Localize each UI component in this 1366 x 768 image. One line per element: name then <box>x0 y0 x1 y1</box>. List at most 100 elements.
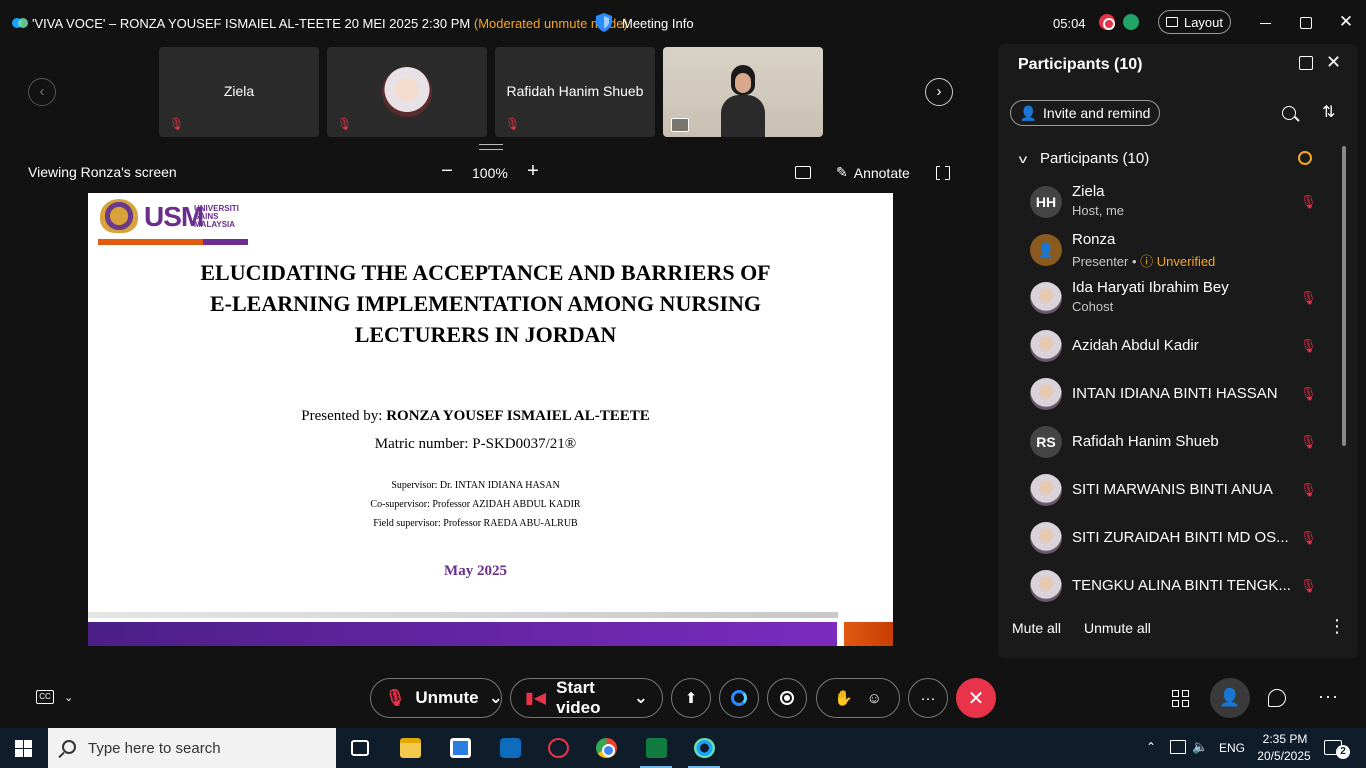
raise-hand-icon: ✋ <box>833 690 853 707</box>
video-tile[interactable]: Rafidah Hanim Shueb 🎙 <box>495 47 655 137</box>
slide-date: May 2025 <box>444 563 507 579</box>
muted-mic-icon[interactable]: 🎙 <box>1300 434 1317 450</box>
previous-videos-button[interactable]: ‹ <box>28 78 56 106</box>
task-view-icon[interactable] <box>336 728 384 768</box>
tile-name: Ziela <box>223 83 255 99</box>
muted-mic-icon[interactable]: 🎙 <box>1300 194 1317 210</box>
more-options-button[interactable]: ··· <box>908 678 948 718</box>
windows-start-icon[interactable] <box>15 740 32 757</box>
participant-row[interactable]: Azidah Abdul Kadir 🎙 <box>998 322 1338 370</box>
chat-icon[interactable] <box>1268 689 1286 707</box>
muted-mic-icon[interactable]: 🎙 <box>1300 482 1317 498</box>
participant-row[interactable]: Ida Haryati Ibrahim Bey Cohost 🎙 <box>998 274 1338 322</box>
unmute-all-button[interactable]: Unmute all <box>1084 620 1151 636</box>
leave-meeting-button[interactable]: ✕ <box>956 678 996 718</box>
webex-icon[interactable] <box>680 728 728 768</box>
participant-row[interactable]: SITI ZURAIDAH BINTI MD OS... 🎙 <box>998 514 1338 562</box>
zoom-out-button[interactable]: − <box>437 161 457 182</box>
excel-icon[interactable] <box>632 728 680 768</box>
participant-row[interactable]: RS Rafidah Hanim Shueb 🎙 <box>998 418 1338 466</box>
muted-mic-icon[interactable]: 🎙 <box>1300 578 1317 594</box>
unmute-button[interactable]: 🎙 Unmute ⌄ <box>370 678 503 718</box>
chevron-up-icon[interactable]: ⌃ <box>1146 740 1156 754</box>
more-icon[interactable]: ··· <box>1318 686 1339 707</box>
video-tile[interactable]: Ziela 🎙 <box>159 47 319 137</box>
mute-all-button[interactable]: Mute all <box>1012 620 1061 636</box>
shared-slide: USM UNIVERSITI SAINS MALAYSIA ELUCIDATING … <box>88 193 893 646</box>
closed-captions-button[interactable]: CC ⌄ <box>36 690 73 704</box>
participant-list-scrollbar[interactable] <box>1342 146 1346 446</box>
reactions-button[interactable]: ✋ ☺ <box>816 678 900 718</box>
pen-tool-icon[interactable] <box>534 728 582 768</box>
close-panel-button[interactable]: ✕ <box>1326 52 1341 73</box>
participant-row[interactable]: 👤 Ronza Presenter • ⓘ Unverified <box>998 226 1338 274</box>
avatar: 👤 <box>1030 234 1062 266</box>
slide-title: ELUCIDATING THE ACCEPTANCE AND BARRIERS … <box>200 260 771 347</box>
file-explorer-icon[interactable] <box>386 728 434 768</box>
start-video-button[interactable]: ▮◀ Start video ⌄ <box>510 678 663 718</box>
muted-mic-icon[interactable]: 🎙 <box>1300 290 1317 306</box>
annotate-button[interactable]: ✎ Annotate <box>836 164 910 181</box>
share-icon: ⬆ <box>684 690 698 707</box>
title-bar: 'VIVA VOCE' – RONZA YOUSEF ISMAIEL AL-TE… <box>0 0 1366 46</box>
share-screen-button[interactable]: ⬆ <box>671 678 711 718</box>
tile-name: Rafidah Hanim Shueb <box>506 83 644 99</box>
microsoft-store-icon[interactable] <box>436 728 484 768</box>
shield-icon[interactable] <box>596 13 612 32</box>
search-icon <box>62 740 76 754</box>
apps-icon[interactable] <box>1172 690 1190 708</box>
resize-handle[interactable] <box>479 144 503 150</box>
search-input[interactable] <box>88 738 328 758</box>
network-health-icon[interactable] <box>1123 14 1139 30</box>
active-speaker-video-tile[interactable] <box>663 47 823 137</box>
popout-icon[interactable] <box>1299 56 1313 70</box>
next-videos-button[interactable]: › <box>925 78 953 106</box>
participant-name: Azidah Abdul Kadir <box>1072 337 1199 354</box>
taskbar-search[interactable] <box>48 728 336 768</box>
chrome-icon[interactable] <box>582 728 630 768</box>
participants-title: Participants (10) <box>1018 56 1143 73</box>
fullscreen-icon[interactable] <box>936 165 950 180</box>
participant-row[interactable]: SITI MARWANIS BINTI ANUA 🎙 <box>998 466 1338 514</box>
people-icon: 👤 <box>1219 688 1241 707</box>
record-icon <box>780 691 794 705</box>
video-tile[interactable]: 🎙 <box>327 47 487 137</box>
input-language[interactable]: ENG <box>1219 741 1245 755</box>
volume-icon[interactable]: 🔈 <box>1192 739 1208 755</box>
clock-date[interactable]: 20/5/2025 <box>1253 749 1315 763</box>
participant-name: TENGKU ALINA BINTI TENGK... <box>1072 577 1291 594</box>
record-button[interactable] <box>767 678 807 718</box>
supervisor: Supervisor: Dr. INTAN IDIANA HASAN <box>391 480 560 491</box>
zoom-in-button[interactable]: + <box>523 161 543 182</box>
participant-row[interactable]: INTAN IDIANA BINTI HASSAN 🎙 <box>998 370 1338 418</box>
ai-assistant-button[interactable] <box>719 678 759 718</box>
closed-captions-icon: CC <box>36 690 54 704</box>
search-icon[interactable] <box>1282 106 1296 120</box>
recording-indicator-icon[interactable] <box>1099 14 1115 30</box>
muted-mic-icon[interactable]: 🎙 <box>1300 338 1317 354</box>
window-close-button[interactable]: ✕ <box>1336 12 1356 32</box>
participants-group-header[interactable]: v Participants (10) <box>1019 150 1149 167</box>
avatar <box>1030 570 1062 602</box>
muted-mic-icon[interactable]: 🎙 <box>1300 386 1317 402</box>
invite-and-remind-button[interactable]: 👤 Invite and remind <box>1010 100 1160 126</box>
clock-time[interactable]: 2:35 PM <box>1257 732 1313 746</box>
webex-logo-icon <box>12 18 28 28</box>
participant-list: HH Ziela Host, me 🎙 👤 Ronza Presenter • … <box>998 178 1338 610</box>
muted-mic-icon[interactable]: 🎙 <box>1300 530 1317 546</box>
participant-row[interactable]: TENGKU ALINA BINTI TENGK... 🎙 <box>998 562 1338 610</box>
layout-icon <box>1165 17 1178 27</box>
sort-icon[interactable]: ⇅ <box>1322 102 1335 122</box>
host-icon[interactable] <box>1298 151 1312 165</box>
participant-row[interactable]: HH Ziela Host, me 🎙 <box>998 178 1338 226</box>
layout-button[interactable]: Layout <box>1158 10 1231 34</box>
meeting-info-button[interactable]: Meeting Info <box>622 16 694 31</box>
minimize-button[interactable] <box>1256 12 1276 32</box>
network-icon[interactable] <box>1170 740 1186 754</box>
participant-role: Cohost <box>1072 299 1114 314</box>
share-view-icon[interactable] <box>795 166 811 179</box>
outlook-icon[interactable] <box>486 728 534 768</box>
more-options-icon[interactable]: ⋮ <box>1328 616 1347 637</box>
maximize-button[interactable] <box>1296 12 1316 32</box>
participants-button[interactable]: 👤 <box>1210 678 1250 718</box>
